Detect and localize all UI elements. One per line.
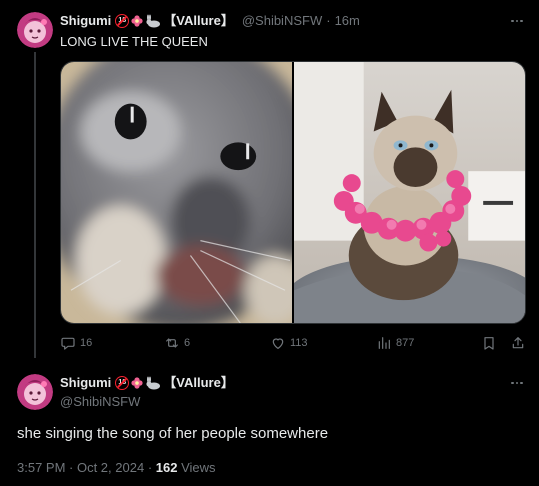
user-handle[interactable]: @ShibiNSFW <box>242 13 322 29</box>
share-button[interactable] <box>510 335 526 351</box>
rabbit-icon <box>146 14 161 28</box>
blurry-cat-image <box>61 62 292 323</box>
repost-button[interactable]: 6 <box>164 335 190 351</box>
like-count: 113 <box>290 337 308 349</box>
avatar-image <box>17 12 53 48</box>
timestamp[interactable]: 3:57 PM · Oct 2, 2024 <box>17 460 144 475</box>
reply-avatar[interactable] <box>17 374 53 410</box>
brand-tag: 【VAllure】 <box>163 13 234 28</box>
adult-content-badge-icon: 18 <box>115 376 130 390</box>
separator-dot: · <box>147 460 153 475</box>
flower-icon <box>131 377 143 389</box>
rabbit-icon <box>146 376 161 390</box>
repost-count: 6 <box>184 337 191 349</box>
display-name[interactable]: Shigumi <box>60 13 111 29</box>
reply-text: she singing the song of her people somew… <box>17 425 329 442</box>
adult-content-badge-icon: 18 <box>115 14 130 28</box>
photo-blurry-cat[interactable] <box>61 62 292 323</box>
thread-connector-line <box>34 52 36 358</box>
tweet-time[interactable]: 16m <box>335 13 360 29</box>
tweet-text: LONG LIVE THE QUEEN <box>60 34 208 49</box>
avatar-image <box>17 374 53 410</box>
cat-with-pink-lei-image <box>294 62 525 323</box>
flower-icon <box>131 15 143 27</box>
reply-button[interactable]: 16 <box>60 335 92 351</box>
display-name[interactable]: Shigumi <box>60 375 111 391</box>
user-handle[interactable]: @ShibiNSFW <box>60 394 140 409</box>
photo-cat-with-lei[interactable] <box>294 62 525 323</box>
tweet-header: Shigumi 18 【VAllure】 @ShibiNSFW · 16m <box>60 13 360 29</box>
share-icon <box>512 337 524 349</box>
reply-count: 16 <box>80 337 93 349</box>
repost-arrows-icon <box>166 338 178 348</box>
bar-chart-icon <box>378 337 390 349</box>
speech-bubble-icon <box>61 337 75 350</box>
views-label: Views <box>181 460 216 475</box>
brand-tag: 【VAllure】 <box>163 375 234 390</box>
action-bar: 16 6 113 877 <box>60 335 530 353</box>
heart-icon <box>272 338 284 349</box>
tweet-meta: 3:57 PM · Oct 2, 2024 · 162 Views <box>17 460 216 475</box>
reply-header: Shigumi 18 【VAllure】 <box>60 375 234 391</box>
badge-group: 18 <box>115 14 161 28</box>
separator-dot: · <box>326 13 331 28</box>
bookmark-icon <box>484 337 494 350</box>
views-count: 877 <box>396 337 415 349</box>
avatar[interactable] <box>17 12 53 48</box>
like-button[interactable]: 113 <box>270 335 308 351</box>
more-dots-icon[interactable] <box>508 12 526 30</box>
media-grid <box>60 61 526 324</box>
bookmark-button[interactable] <box>481 335 497 351</box>
badge-group: 18 <box>115 376 161 390</box>
views-total: 162 <box>155 460 178 475</box>
views-button[interactable]: 877 <box>376 335 414 351</box>
more-dots-icon[interactable] <box>508 374 526 392</box>
